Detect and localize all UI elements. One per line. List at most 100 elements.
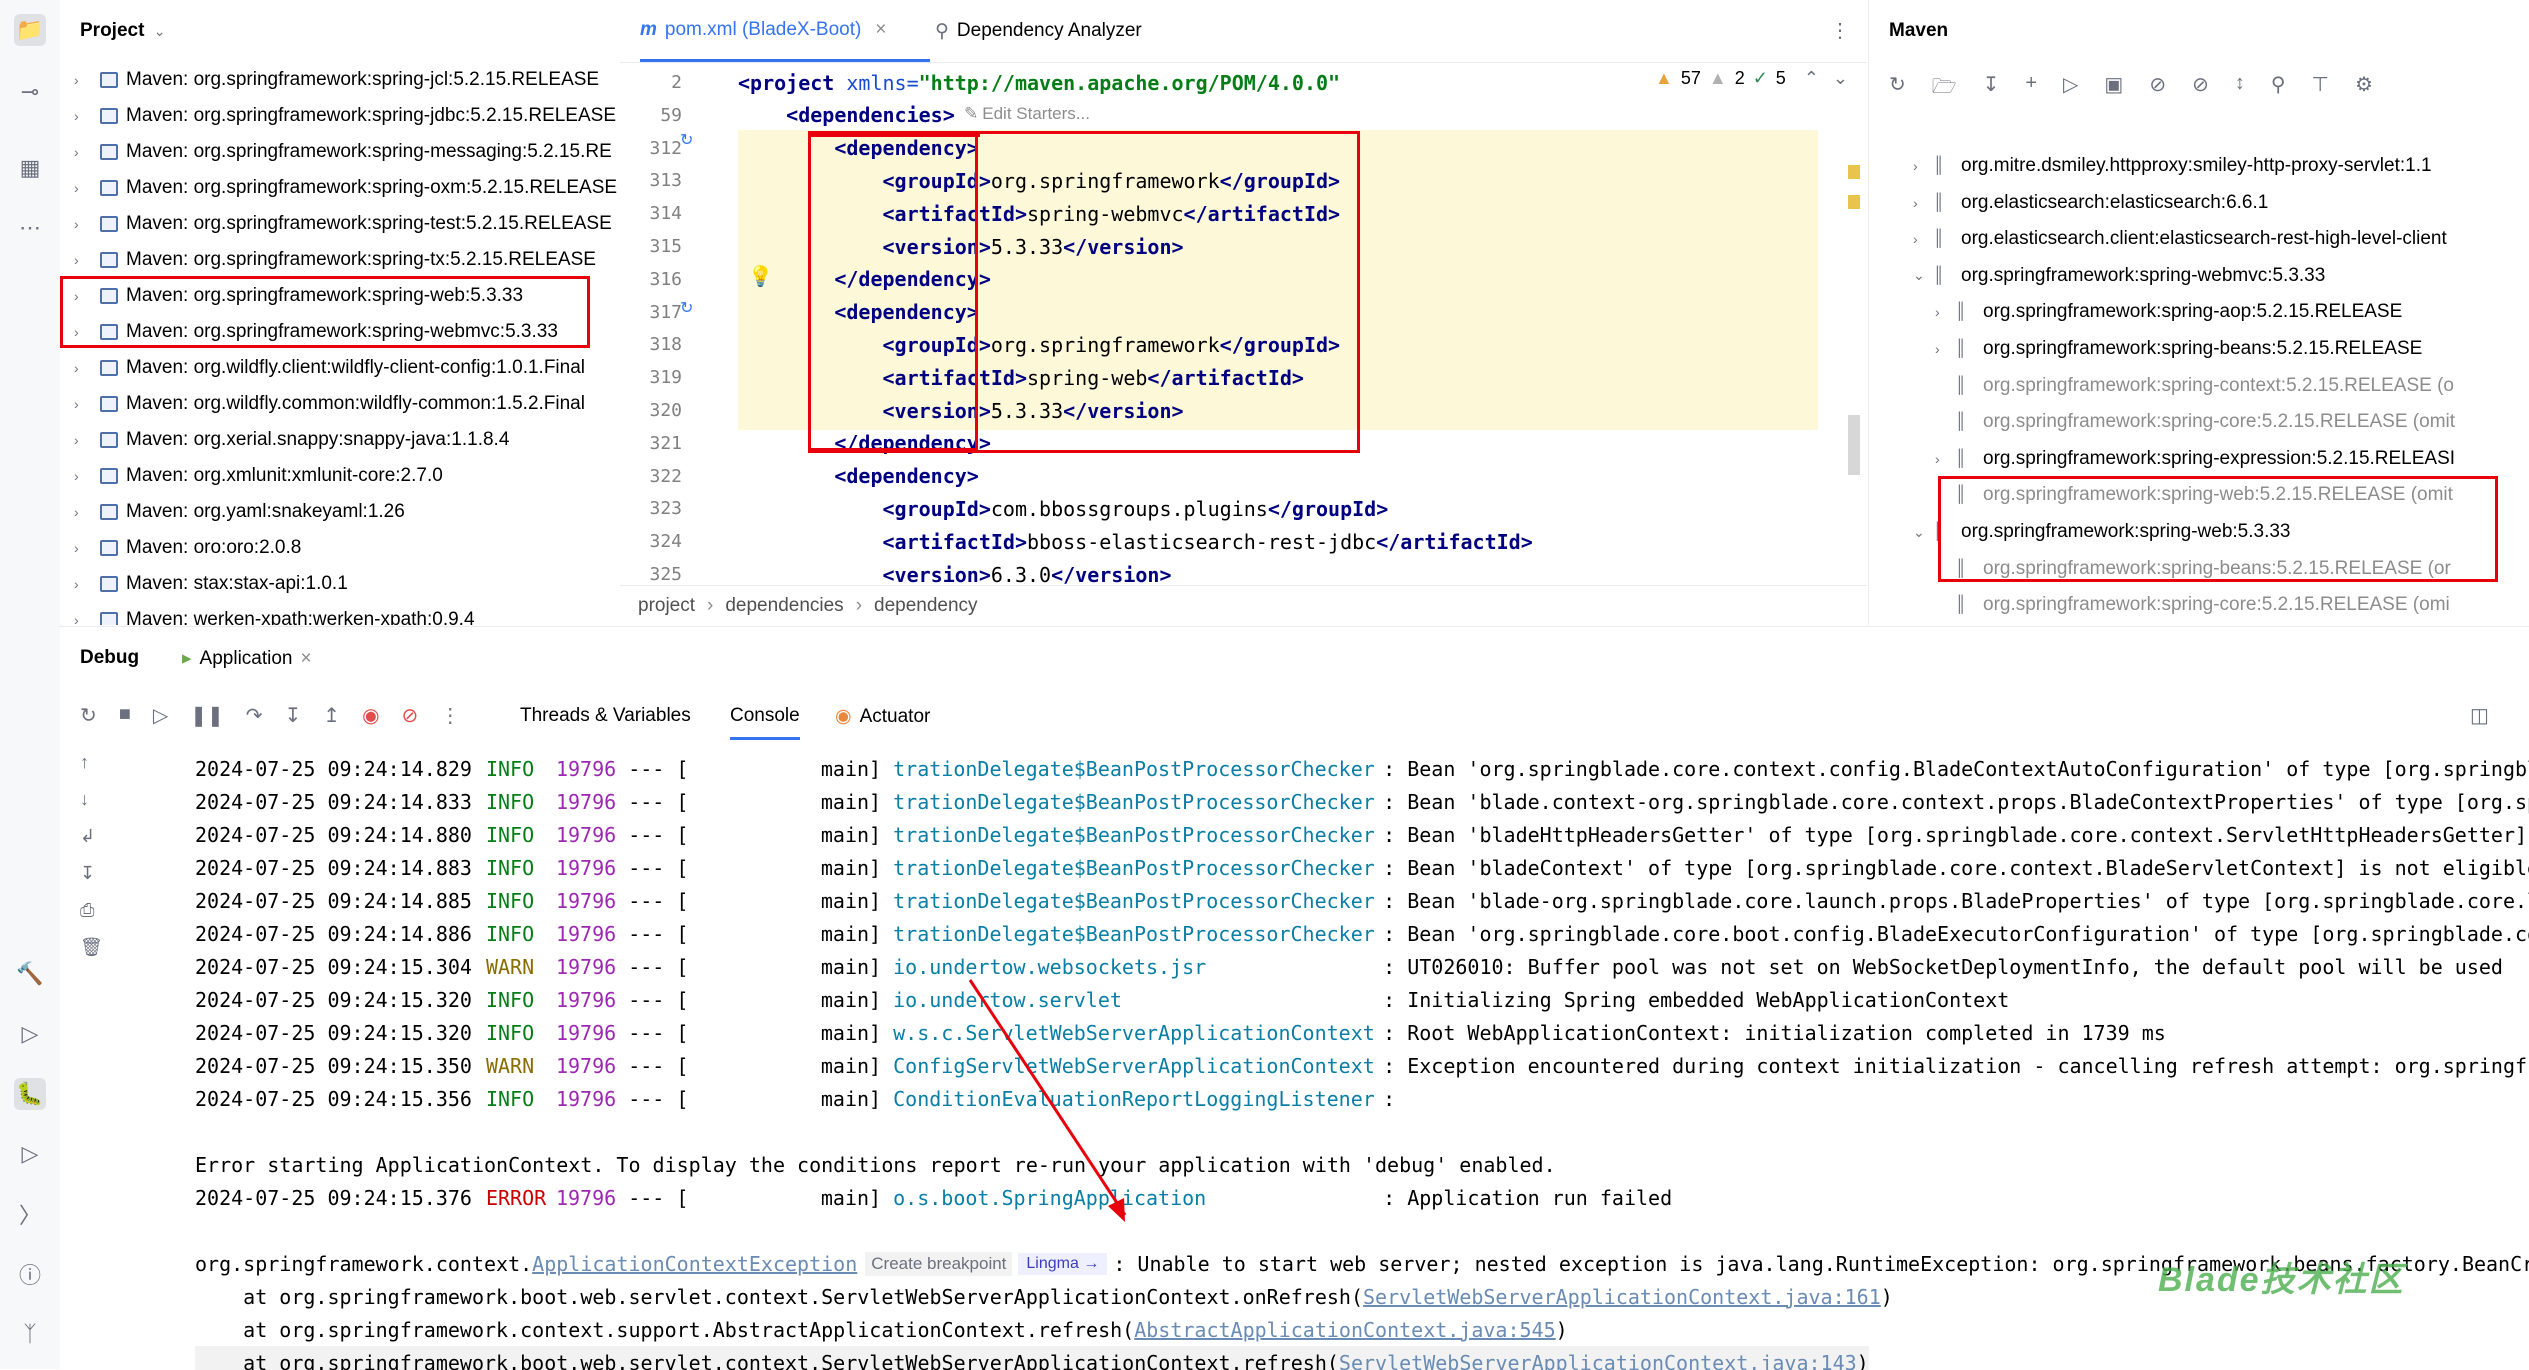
lightbulb-icon[interactable]: 💡 <box>748 264 773 289</box>
tree-row[interactable]: ›Maven: org.xerial.snappy:snappy-java:1.… <box>60 422 620 458</box>
plus-icon[interactable]: + <box>2025 72 2037 106</box>
chevron-right-icon[interactable]: › <box>74 468 92 484</box>
breadcrumb-item[interactable]: dependencies <box>725 595 843 617</box>
tree-row[interactable]: ›Maven: org.springframework:spring-jcl:5… <box>60 62 620 98</box>
maven-dep-row[interactable]: ║org.springframework:spring-core:5.2.15.… <box>1935 404 2455 440</box>
close-icon[interactable]: × <box>875 19 886 41</box>
terminal-icon[interactable]: 〉 <box>14 1198 46 1230</box>
lingma-button[interactable]: Lingma → <box>1018 1253 1107 1275</box>
soft-wrap-icon[interactable]: ↲ <box>80 826 103 847</box>
reload-icon[interactable]: ↻ <box>1889 72 1906 106</box>
chevron-up-icon[interactable]: ⌃ <box>1804 68 1819 89</box>
tree-row[interactable]: ›Maven: org.springframework:spring-test:… <box>60 206 620 242</box>
step-into-icon[interactable]: ↧ <box>285 703 302 728</box>
goal-icon[interactable]: ▣ <box>2104 72 2123 106</box>
maven-dep-row[interactable]: ›║com.bbossgroups.plugins:bboss-elastics… <box>1913 624 2445 625</box>
project-title[interactable]: Project ⌄ <box>80 20 165 42</box>
chevron-right-icon[interactable]: › <box>74 612 92 625</box>
chevron-right-icon[interactable]: › <box>74 108 92 124</box>
code-line[interactable]: <project xmlns="http://maven.apache.org/… <box>738 66 1340 99</box>
layout-icon[interactable]: ◫ <box>2470 703 2489 728</box>
trash-icon[interactable]: 🗑 <box>80 937 103 958</box>
services-icon[interactable]: ▷ <box>14 1138 46 1170</box>
tab-console[interactable]: Console <box>730 705 800 740</box>
show-deps-icon[interactable]: ⊤ <box>2312 72 2329 106</box>
add-project-icon[interactable]: 🗁 <box>1932 72 1957 106</box>
maven-dep-row[interactable]: ⌄║org.springframework:spring-webmvc:5.3.… <box>1913 258 2325 294</box>
code-line[interactable]: <groupId>com.bbossgroups.plugins</groupI… <box>738 492 1388 525</box>
chevron-right-icon[interactable]: › <box>74 540 92 556</box>
run-gutter-icon[interactable]: ↻ <box>680 130 693 150</box>
tree-row[interactable]: ›Maven: org.springframework:spring-tx:5.… <box>60 242 620 278</box>
print-icon[interactable]: ⎙ <box>80 900 103 921</box>
log-logger[interactable]: trationDelegate$BeanPostProcessorChecker <box>893 922 1383 946</box>
maven-dep-row[interactable]: ›║org.mitre.dsmiley.httpproxy:smiley-htt… <box>1913 148 2432 184</box>
tree-row[interactable]: ›Maven: org.wildfly.client:wildfly-clien… <box>60 350 620 386</box>
build-icon[interactable]: 🔨 <box>14 958 46 990</box>
folder-icon[interactable]: 📁 <box>14 14 46 46</box>
chevron-right-icon[interactable]: › <box>1935 451 1955 467</box>
pause-icon[interactable]: ❚❚ <box>190 703 224 728</box>
tab-dependency-analyzer[interactable]: ⚲ Dependency Analyzer <box>935 0 1225 62</box>
more-icon[interactable]: ⋯ <box>14 212 46 244</box>
tab-actuator[interactable]: ◉ Actuator <box>835 705 930 728</box>
code-line[interactable]: <dependencies> <box>738 99 955 132</box>
arrow-down-icon[interactable]: ↓ <box>80 789 103 810</box>
maven-dep-row[interactable]: ›║org.elasticsearch.client:elasticsearch… <box>1913 221 2447 257</box>
chevron-right-icon[interactable]: › <box>1935 341 1955 357</box>
close-icon[interactable]: × <box>301 648 312 670</box>
tree-row[interactable]: ›Maven: org.springframework:spring-jdbc:… <box>60 98 620 134</box>
scrollbar-thumb[interactable] <box>1848 415 1860 475</box>
tree-row[interactable]: ›Maven: werken-xpath:werken-xpath:0.9.4 <box>60 602 620 625</box>
stack-frame-link[interactable]: ServletWebServerApplicationContext.java:… <box>1363 1285 1881 1309</box>
code-line[interactable]: <artifactId>bboss-elasticsearch-rest-jdb… <box>738 525 1533 558</box>
create-breakpoint-button[interactable]: Create breakpoint <box>865 1252 1012 1276</box>
tree-row[interactable]: ›Maven: oro:oro:2.0.8 <box>60 530 620 566</box>
maven-dep-row[interactable]: ›║org.springframework:spring-beans:5.2.1… <box>1935 331 2422 367</box>
chevron-right-icon[interactable]: › <box>74 396 92 412</box>
chevron-right-icon[interactable]: › <box>1913 195 1933 211</box>
tree-row[interactable]: ›Maven: org.springframework:spring-oxm:5… <box>60 170 620 206</box>
scroll-end-icon[interactable]: ↧ <box>80 863 103 884</box>
tree-row[interactable]: ›Maven: org.springframework:spring-messa… <box>60 134 620 170</box>
log-logger[interactable]: trationDelegate$BeanPostProcessorChecker <box>893 823 1383 847</box>
stack-frame-link[interactable]: AbstractApplicationContext.java:545 <box>1134 1318 1555 1342</box>
tree-row[interactable]: ›Maven: org.xmlunit:xmlunit-core:2.7.0 <box>60 458 620 494</box>
chevron-right-icon[interactable]: › <box>74 72 92 88</box>
chevron-down-icon[interactable]: ⌄ <box>1913 524 1933 541</box>
log-logger[interactable]: trationDelegate$BeanPostProcessorChecker <box>893 757 1383 781</box>
chevron-down-icon[interactable]: ⌄ <box>1913 267 1933 284</box>
chevron-right-icon[interactable]: › <box>74 576 92 592</box>
settings-icon[interactable]: ⚙ <box>2355 72 2373 106</box>
resume-icon[interactable]: ▷ <box>153 703 168 728</box>
edit-starters-hint[interactable]: ✎ Edit Starters... <box>964 104 1090 124</box>
step-out-icon[interactable]: ↥ <box>323 703 340 728</box>
tab-threads-variables[interactable]: Threads & Variables <box>520 705 691 727</box>
download-icon[interactable]: ↧ <box>1983 72 2000 106</box>
rerun-icon[interactable]: ↻ <box>80 703 97 728</box>
chevron-right-icon[interactable]: › <box>74 252 92 268</box>
chevron-right-icon[interactable]: › <box>74 432 92 448</box>
chevron-right-icon[interactable]: › <box>1935 304 1955 320</box>
exception-class-link[interactable]: ApplicationContextException <box>532 1252 857 1276</box>
maven-dep-row[interactable]: ║org.springframework:spring-core:5.2.15.… <box>1935 587 2450 623</box>
step-over-icon[interactable]: ↷ <box>246 703 263 728</box>
maven-dep-row[interactable]: ›║org.springframework:spring-aop:5.2.15.… <box>1935 294 2402 330</box>
maven-dep-row[interactable]: ║org.springframework:spring-context:5.2.… <box>1935 368 2454 404</box>
arrow-up-icon[interactable]: ↑ <box>80 752 103 773</box>
code-line[interactable]: <dependency> <box>738 460 979 493</box>
skip-tests-icon[interactable]: ⊘ <box>2192 72 2209 106</box>
chevron-right-icon[interactable]: › <box>74 360 92 376</box>
maven-dep-row[interactable]: ›║org.springframework:spring-expression:… <box>1935 441 2455 477</box>
chevron-right-icon[interactable]: › <box>74 144 92 160</box>
log-logger[interactable]: trationDelegate$BeanPostProcessorChecker <box>893 856 1383 880</box>
tree-row[interactable]: ›Maven: stax:stax-api:1.0.1 <box>60 566 620 602</box>
stop-icon[interactable]: ■ <box>119 703 131 728</box>
collapse-icon[interactable]: ↕ <box>2235 72 2245 106</box>
analyze-icon[interactable]: ⚲ <box>2271 72 2286 106</box>
maven-dep-row[interactable]: ›║org.elasticsearch:elasticsearch:6.6.1 <box>1913 185 2268 221</box>
run-icon[interactable]: ▷ <box>14 1018 46 1050</box>
breakpoints-icon[interactable]: ◉ <box>362 703 379 728</box>
git-icon[interactable]: ᛉ <box>14 1318 46 1350</box>
run-icon[interactable]: ▷ <box>2063 72 2078 106</box>
